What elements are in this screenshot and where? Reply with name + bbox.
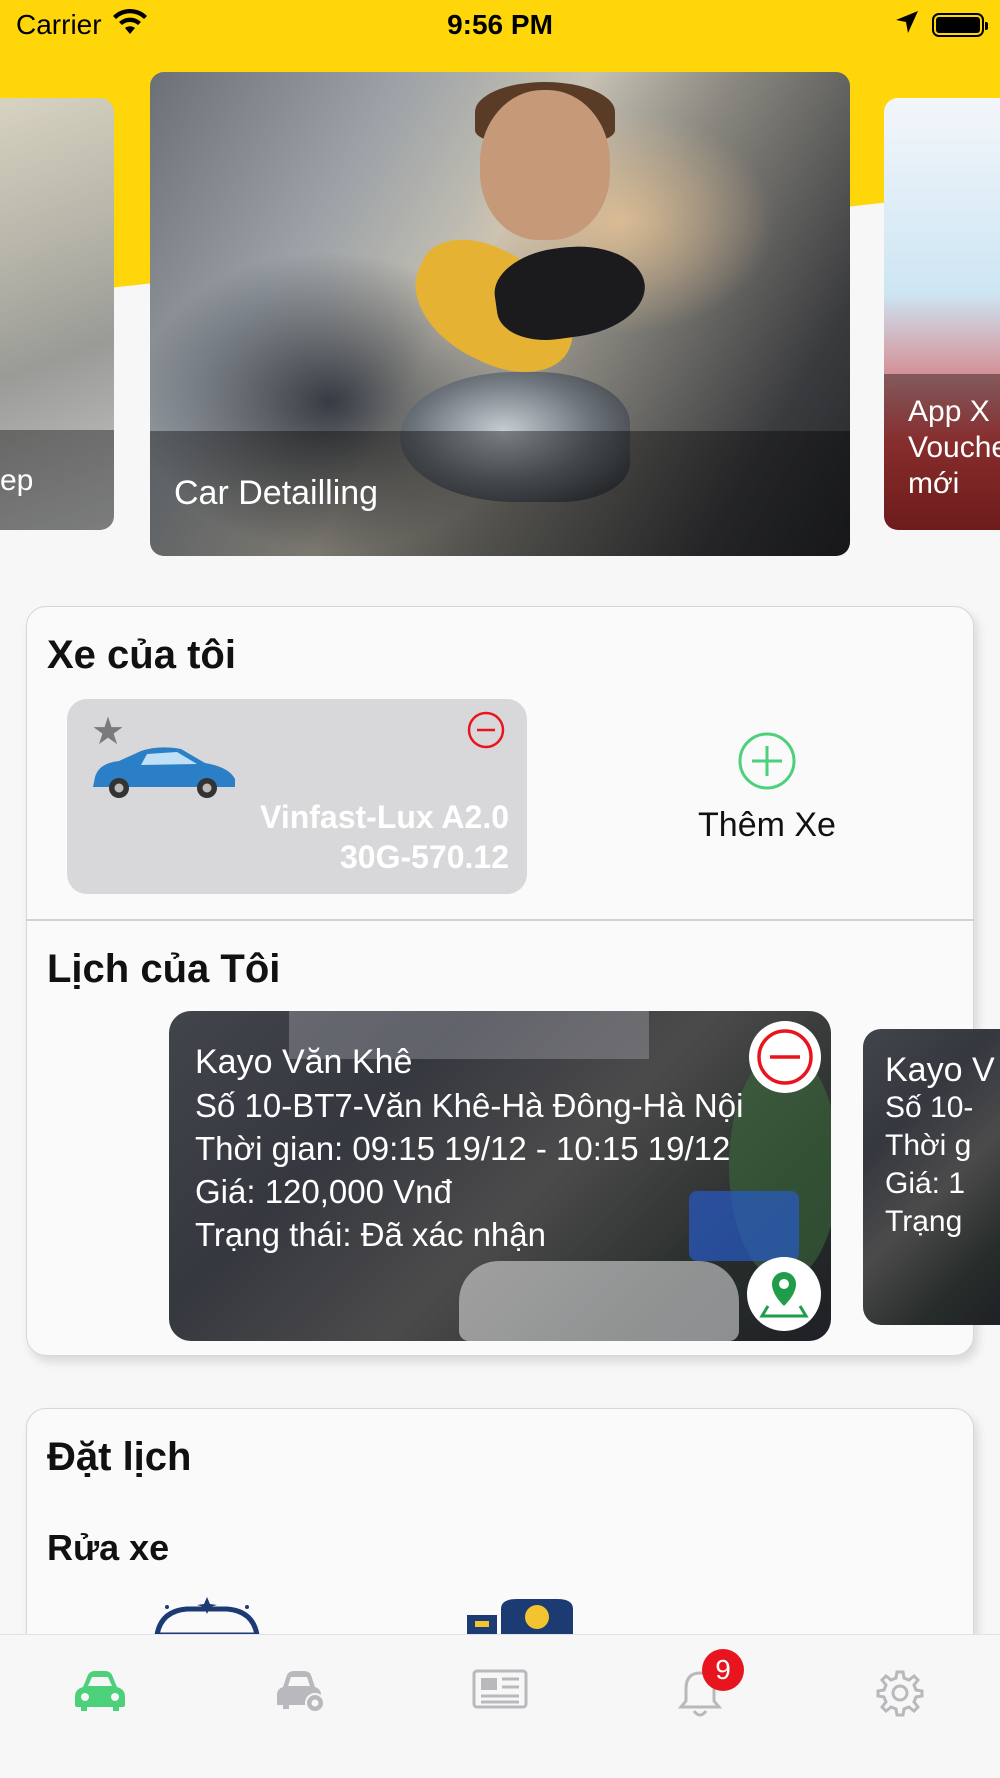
- bottom-tab-bar: 9: [0, 1634, 1000, 1778]
- wifi-icon: [112, 8, 148, 43]
- cancel-booking-button[interactable]: [749, 1021, 821, 1093]
- booking-status: Trạng: [885, 1205, 963, 1238]
- banner-caption-line: Vouche: [908, 431, 1000, 464]
- car-icon: [75, 1671, 125, 1711]
- booking-time: Thời gian: 09:15 19/12 - 10:15 19/12: [195, 1130, 731, 1167]
- gear-icon: [876, 1670, 924, 1717]
- banner-caption: Car Detailling: [150, 431, 850, 556]
- notification-badge: 9: [702, 1649, 744, 1691]
- add-vehicle-button[interactable]: Thêm Xe: [667, 731, 867, 845]
- banner-caption-line: App X: [908, 395, 990, 428]
- section-divider: [27, 919, 973, 921]
- map-pin-icon: [759, 1272, 809, 1318]
- car-service-icon: [277, 1671, 325, 1713]
- vehicle-tile[interactable]: ★ Vinfast-Lux A2.0 30G-570.12: [67, 699, 527, 894]
- booking-status: Trạng thái: Đã xác nhận: [195, 1216, 546, 1253]
- news-icon: [472, 1669, 528, 1709]
- my-vehicles-title: Xe của tôi: [47, 633, 236, 677]
- car-wash-title: Rửa xe: [47, 1527, 170, 1568]
- banner-caption-line: mới: [908, 467, 960, 500]
- banner-caption: App X Vouche mới: [884, 374, 1000, 530]
- banner-photo-detail: [480, 90, 610, 240]
- booking-details: Kayo Văn Khê Số 10-BT7-Văn Khê-Hà Đông-H…: [195, 1041, 743, 1256]
- vehicle-plate: 30G-570.12: [339, 839, 509, 875]
- promo-banner-next[interactable]: App X Vouche mới: [884, 98, 1000, 530]
- promo-banner-car-detailing[interactable]: Car Detailling: [150, 72, 850, 556]
- my-car-card: Xe của tôi ★ Vinfast-Lux A2.0 30G-570.12…: [26, 606, 1000, 1356]
- booking-section-title: Đặt lịch: [47, 1435, 192, 1479]
- banner-caption: ep: [0, 430, 114, 530]
- tab-settings[interactable]: [850, 1669, 950, 1717]
- battery-icon: [932, 13, 988, 37]
- vehicle-name: Vinfast-Lux A2.0: [260, 799, 509, 835]
- add-circle-icon: [737, 732, 797, 795]
- add-vehicle-label: Thêm Xe: [698, 806, 836, 844]
- tab-notifications[interactable]: 9: [650, 1649, 750, 1719]
- tab-my-car[interactable]: [50, 1669, 150, 1713]
- remove-vehicle-button[interactable]: [467, 711, 505, 754]
- booking-price: Giá: 120,000 Vnđ: [195, 1173, 452, 1210]
- booking-time: Thời g: [885, 1129, 972, 1162]
- banner-photo-detail: [489, 236, 651, 348]
- booking-card[interactable]: Kayo Văn Khê Số 10-BT7-Văn Khê-Hà Đông-H…: [169, 1011, 831, 1341]
- booking-card[interactable]: Kayo V Số 10- Thời g Giá: 1 Trạng: [863, 1029, 1000, 1325]
- booking-address: Số 10-: [885, 1091, 974, 1124]
- car-icon: [89, 743, 239, 808]
- clock: 9:56 PM: [447, 9, 553, 40]
- booking-photo-detail: [459, 1261, 739, 1341]
- map-pin-button[interactable]: [747, 1257, 821, 1331]
- tab-news[interactable]: [450, 1669, 550, 1709]
- promo-banner-previous[interactable]: ep: [0, 98, 114, 530]
- tab-car-services[interactable]: [250, 1669, 350, 1713]
- status-bar: Carrier 9:56 PM: [0, 0, 1000, 50]
- location-arrow-icon: [894, 9, 920, 42]
- booking-price: Giá: 1: [885, 1167, 966, 1200]
- booking-address: Số 10-BT7-Văn Khê-Hà Đông-Hà Nội: [195, 1087, 744, 1124]
- my-schedule-title: Lịch của Tôi: [47, 947, 281, 991]
- booking-details: Kayo V Số 10- Thời g Giá: 1 Trạng: [885, 1051, 995, 1241]
- booking-shop-name: Kayo Văn Khê: [195, 1043, 413, 1081]
- booking-shop-name: Kayo V: [885, 1051, 995, 1089]
- carrier-label: Carrier: [16, 9, 102, 40]
